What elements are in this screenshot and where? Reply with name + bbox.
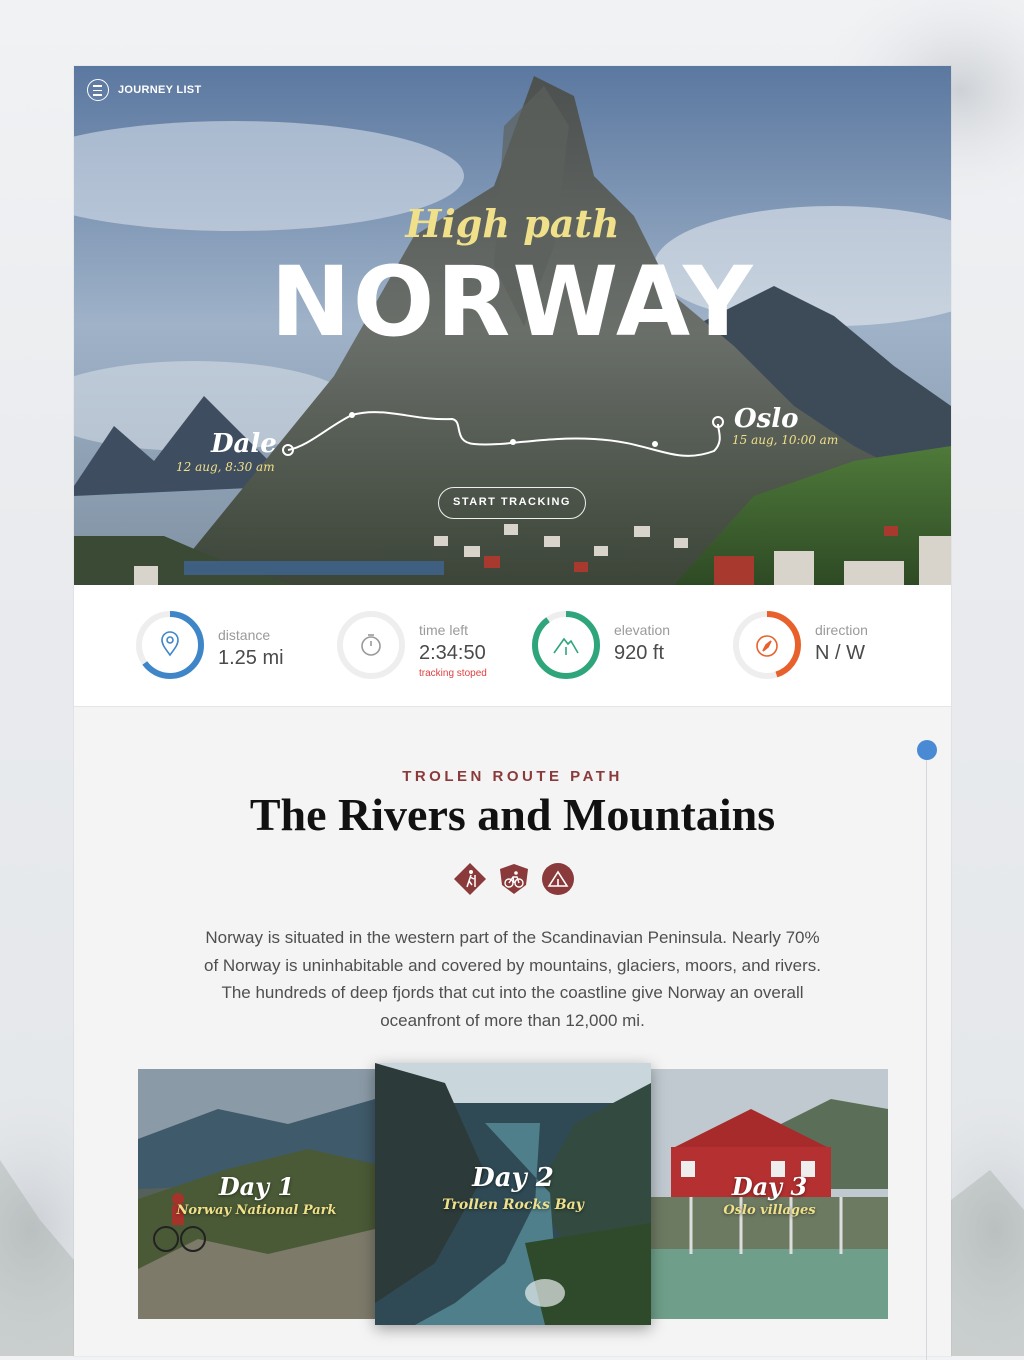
stat-direction: direction N / W: [733, 611, 933, 683]
stat-value: 2:34:50: [419, 642, 486, 664]
time-progress-ring: [337, 611, 405, 679]
day-2-photo: [375, 1063, 651, 1325]
timeline-marker[interactable]: [917, 740, 937, 760]
stat-label: time left: [419, 622, 469, 638]
day-subtitle: Norway National Park: [176, 1203, 337, 1218]
stats-bar: distance 1.25 mi time left 2:34:50 track…: [74, 585, 951, 707]
menu-icon[interactable]: [87, 79, 109, 101]
elevation-progress-ring: [532, 611, 600, 679]
day-card-2[interactable]: Day 2 Trollen Rocks Bay: [375, 1063, 651, 1325]
hero-banner: JOURNEY LIST High path NORWAY Dale 12 au…: [74, 66, 951, 585]
start-tracking-button[interactable]: START TRACKING: [438, 487, 586, 519]
day-title: Day 3: [731, 1172, 808, 1201]
route-start-name: Dale: [211, 429, 277, 459]
day-card-1[interactable]: Day 1 Norway National Park: [138, 1069, 375, 1319]
route-start-time: 12 aug, 8:30 am: [176, 460, 275, 474]
stat-label: elevation: [614, 622, 671, 638]
hiking-icon: [454, 863, 486, 895]
stat-value: 1.25 mi: [218, 647, 284, 669]
mountain-icon: [553, 637, 579, 655]
section-title: The Rivers and Mountains: [249, 789, 776, 840]
journey-list-link[interactable]: JOURNEY LIST: [118, 84, 201, 96]
location-pin-icon: [161, 631, 179, 657]
route-end-name: Oslo: [734, 404, 799, 434]
hero-title: NORWAY: [270, 246, 755, 358]
stat-label: distance: [218, 627, 271, 643]
compass-icon: [756, 635, 778, 657]
cycling-icon: [500, 864, 528, 894]
stat-value: 920 ft: [614, 642, 665, 664]
section-kicker: TROLEN ROUTE PATH: [402, 768, 623, 785]
tracking-status-text: tracking stoped: [419, 668, 487, 679]
day-card-3[interactable]: Day 3 Oslo villages: [651, 1069, 888, 1319]
stat-value: N / W: [815, 642, 865, 664]
activity-badges: [454, 863, 574, 895]
stat-time-left: time left 2:34:50 tracking stoped: [337, 611, 537, 683]
stat-elevation: elevation 920 ft: [532, 611, 732, 683]
stat-label: direction: [815, 622, 868, 638]
stat-distance: distance 1.25 mi: [136, 611, 336, 683]
hero-subtitle: High path: [405, 201, 620, 246]
day-title: Day 1: [218, 1172, 295, 1201]
direction-progress-ring: [733, 611, 801, 679]
stopwatch-icon: [361, 634, 381, 656]
section-description: Norway is situated in the western part o…: [203, 928, 822, 1030]
day-subtitle: Oslo villages: [723, 1203, 816, 1218]
day-title: Day 2: [472, 1163, 554, 1193]
timeline-track: [926, 750, 927, 1360]
camping-icon: [542, 863, 574, 895]
journey-card: JOURNEY LIST High path NORWAY Dale 12 au…: [74, 66, 951, 1360]
day-subtitle: Trollen Rocks Bay: [442, 1197, 584, 1213]
route-end-time: 15 aug, 10:00 am: [732, 433, 839, 447]
distance-progress-ring: [136, 611, 204, 679]
